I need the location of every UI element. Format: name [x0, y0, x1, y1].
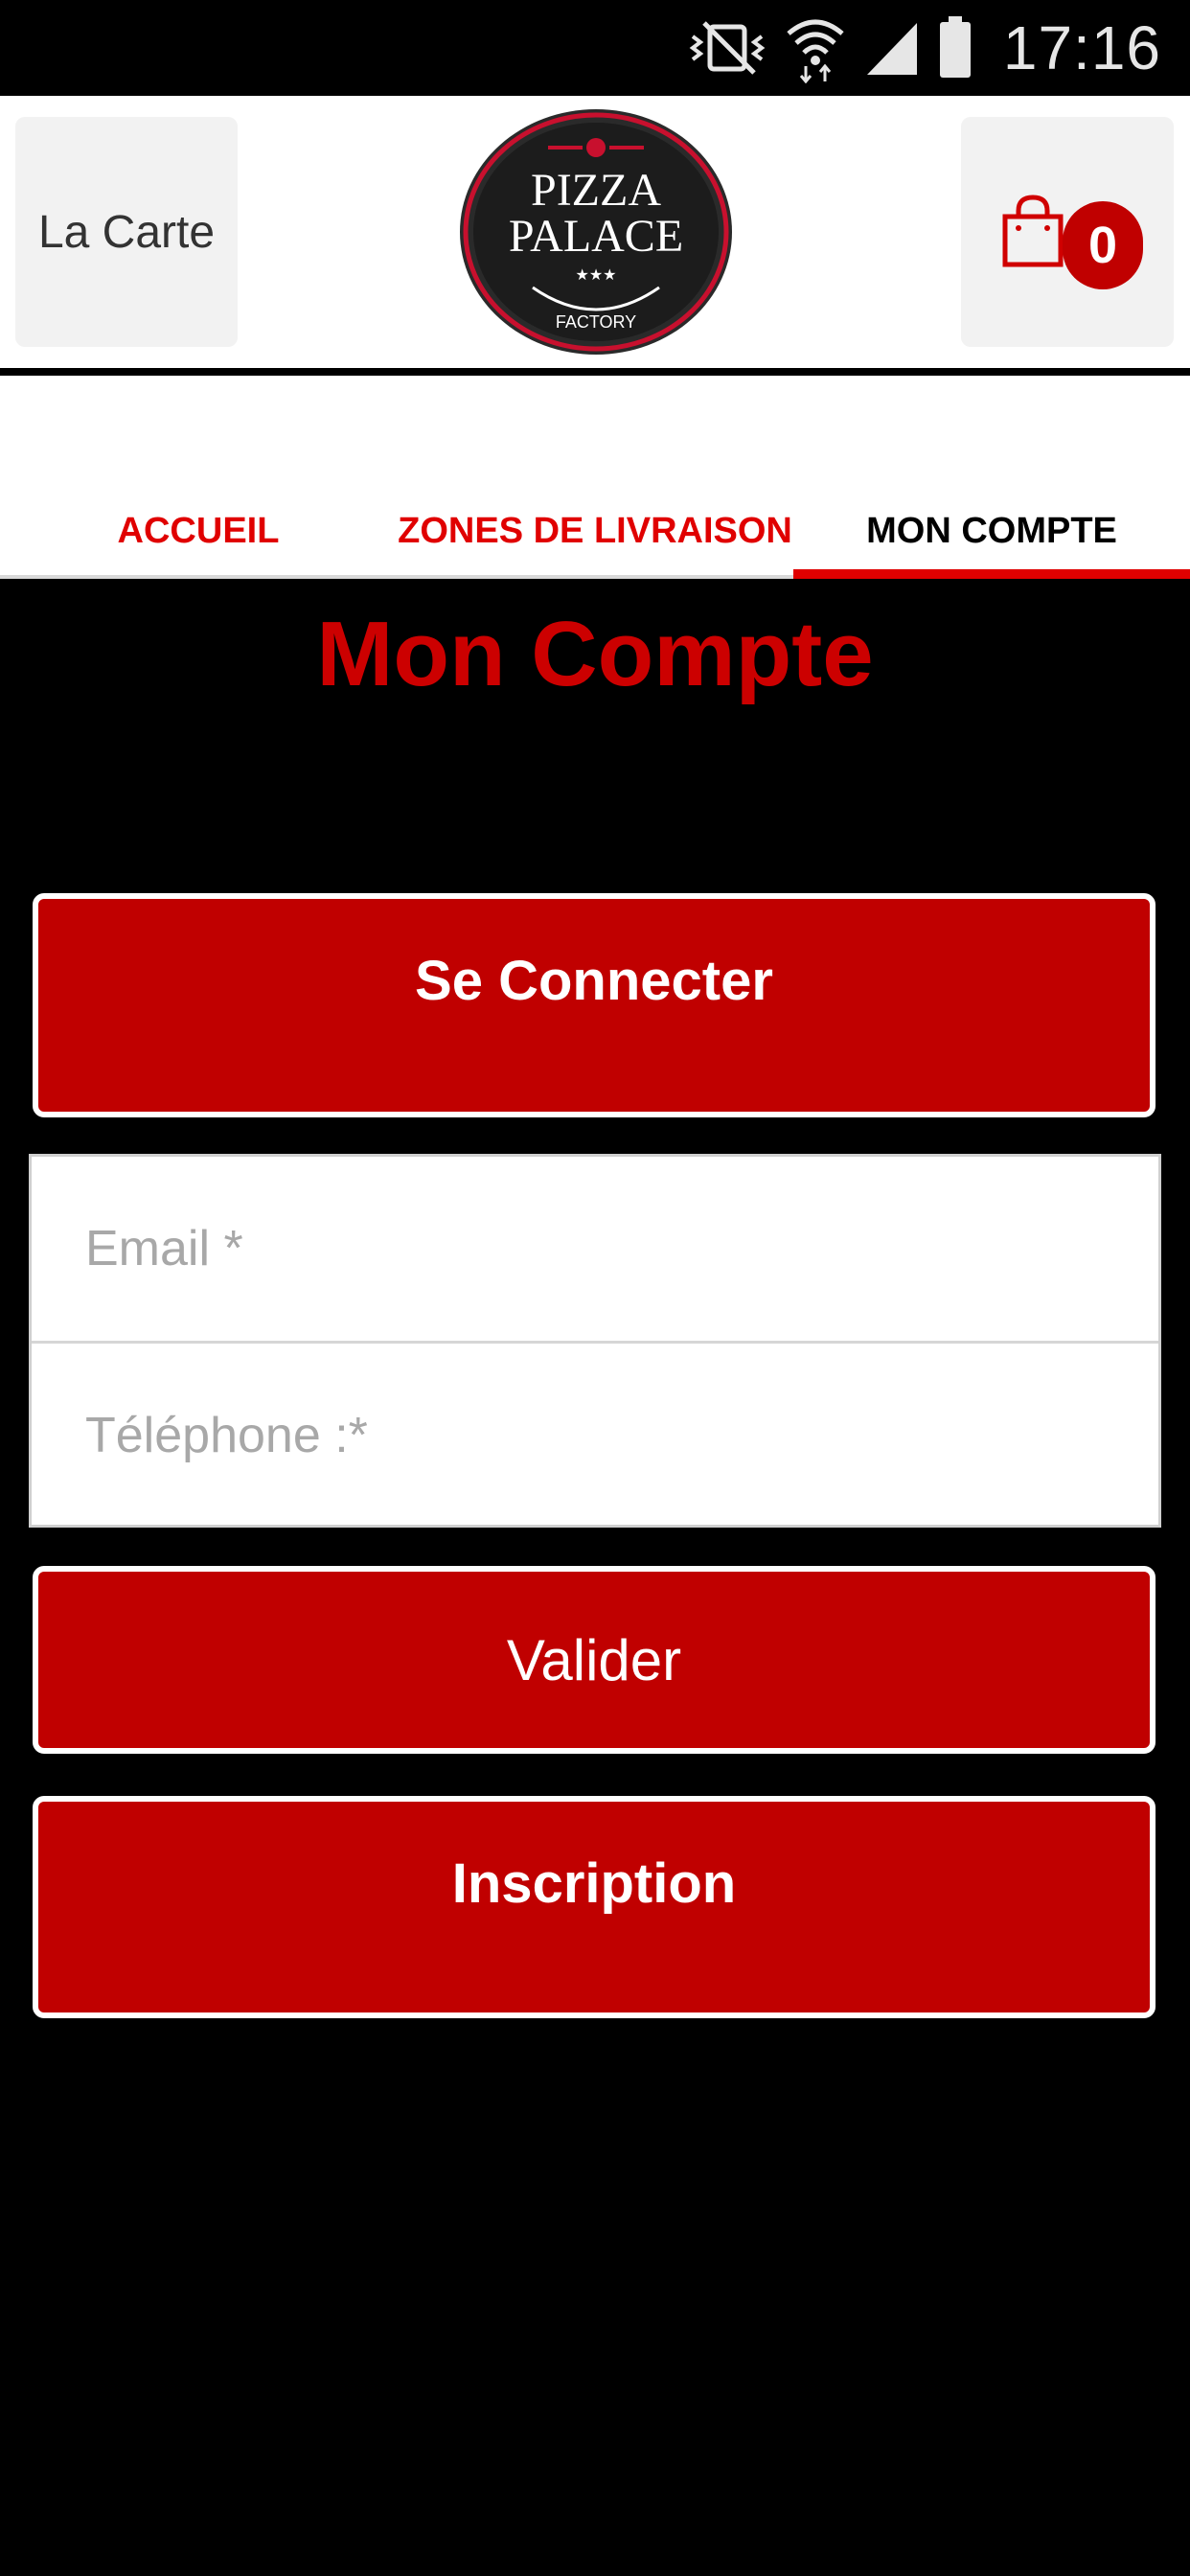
inscription-label: Inscription: [451, 1852, 737, 1915]
email-field[interactable]: [32, 1157, 1158, 1341]
inscription-button[interactable]: Inscription: [33, 1796, 1156, 2018]
tab-label: ZONES DE LIVRAISON: [398, 511, 792, 551]
tab-accueil[interactable]: ACCUEIL: [0, 376, 397, 577]
battery-icon: [938, 16, 973, 80]
svg-text:PALACE: PALACE: [509, 211, 683, 262]
valider-label: Valider: [506, 1627, 682, 1692]
active-tab-indicator: [793, 569, 1190, 579]
pizza-palace-logo[interactable]: PIZZA PALACE ★★★ FACTORY: [456, 105, 736, 358]
tab-label: ACCUEIL: [117, 511, 280, 551]
signal-icon: [863, 17, 921, 79]
login-form: [29, 1154, 1161, 1528]
la-carte-button[interactable]: La Carte: [15, 117, 238, 347]
se-connecter-button[interactable]: Se Connecter: [33, 893, 1156, 1117]
se-connecter-label: Se Connecter: [415, 950, 773, 1012]
page-title: Mon Compte: [316, 603, 874, 705]
svg-text:FACTORY: FACTORY: [556, 312, 636, 332]
shopping-bag-icon: [999, 194, 1066, 270]
header-divider: [0, 368, 1190, 376]
tab-bar: ACCUEIL ZONES DE LIVRAISON MON COMPTE: [0, 376, 1190, 579]
tab-mon-compte[interactable]: MON COMPTE: [793, 376, 1190, 577]
status-time: 17:16: [1002, 13, 1161, 82]
cart-button[interactable]: 0: [961, 117, 1174, 347]
app-header: La Carte PIZZA PALACE ★★★ FACTORY 0: [0, 96, 1190, 370]
status-icons: 17:16: [687, 0, 1161, 96]
cart-count-badge: 0: [1063, 201, 1143, 289]
tab-label: MON COMPTE: [866, 511, 1117, 551]
wifi-icon: [785, 12, 846, 83]
telephone-field[interactable]: [32, 1344, 1158, 1528]
status-bar: 17:16: [0, 0, 1190, 96]
svg-text:PIZZA: PIZZA: [531, 165, 661, 216]
tab-zones-de-livraison[interactable]: ZONES DE LIVRAISON: [397, 376, 793, 577]
tabs-border: [0, 575, 793, 579]
svg-text:★★★: ★★★: [575, 265, 616, 284]
vibrate-off-icon: [687, 17, 767, 79]
la-carte-label: La Carte: [37, 206, 216, 258]
valider-button[interactable]: Valider: [33, 1566, 1156, 1754]
